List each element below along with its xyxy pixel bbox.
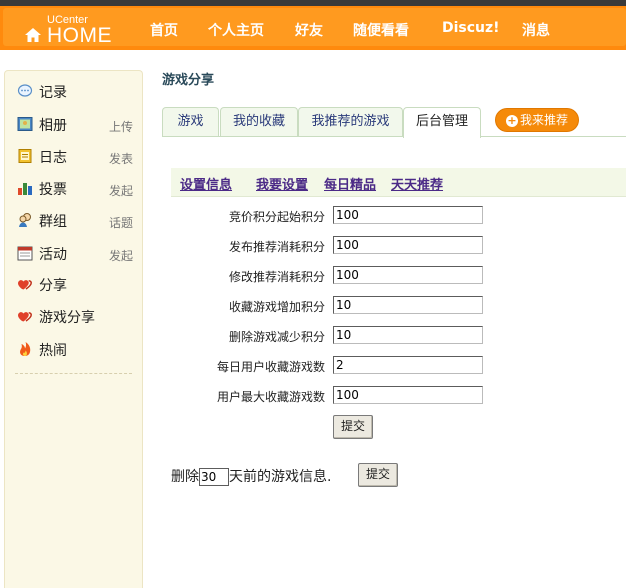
field-label: 收藏游戏增加积分 xyxy=(228,300,325,314)
sidebar-item-groups[interactable]: 群组 话题 xyxy=(17,211,135,231)
field-label: 发布推荐消耗积分 xyxy=(228,240,325,254)
recommend-button[interactable]: + 我来推荐 xyxy=(495,108,579,132)
header-bar: UCenter HOME 首页 个人主页 好友 随便看看 Discuz! 消息 xyxy=(3,8,626,47)
delete-submit-button[interactable]: 提交 xyxy=(358,463,398,487)
form-row: 用户最大收藏游戏数 xyxy=(171,386,491,406)
photo-icon xyxy=(17,117,33,131)
sidebar-item-label: 记录 xyxy=(39,85,67,101)
sidebar-item-label: 分享 xyxy=(39,278,67,294)
nav-friends[interactable]: 好友 xyxy=(295,20,323,40)
notebook-icon xyxy=(18,149,32,163)
tab-admin[interactable]: 后台管理 xyxy=(403,107,481,138)
delete-reduce-points-input[interactable] xyxy=(333,326,483,344)
nav-home[interactable]: 首页 xyxy=(150,20,178,40)
max-favorites-input[interactable] xyxy=(333,386,483,404)
groups-topic-link[interactable]: 话题 xyxy=(109,214,133,231)
delete-suffix-text: 天前的游戏信息. xyxy=(229,469,332,485)
delete-prefix-text: 删除 xyxy=(171,469,199,485)
form-row: 收藏游戏增加积分 xyxy=(171,296,491,316)
sidebar-item-share[interactable]: 分享 xyxy=(17,275,135,294)
heart-icon xyxy=(18,312,32,322)
recommend-button-label: 我来推荐 xyxy=(519,113,568,127)
sidebar-item-label: 群组 xyxy=(39,214,67,230)
sidebar-item-events[interactable]: 活动 发起 xyxy=(17,244,135,264)
sidebar-item-records[interactable]: 记录 xyxy=(17,82,135,101)
publish-cost-input[interactable] xyxy=(333,236,483,254)
sidebar-item-game-share[interactable]: 游戏分享 xyxy=(17,307,135,326)
delete-days-input[interactable] xyxy=(199,468,229,486)
poll-start-link[interactable]: 发起 xyxy=(109,182,133,199)
favorite-add-points-input[interactable] xyxy=(333,296,483,314)
tab-my-recommended[interactable]: 我推荐的游戏 xyxy=(298,107,403,136)
sidebar-item-album[interactable]: 相册 上传 xyxy=(17,115,135,135)
sidebar-item-label: 游戏分享 xyxy=(39,310,95,326)
form-row: 删除游戏减少积分 xyxy=(171,326,491,346)
edit-cost-input[interactable] xyxy=(333,266,483,284)
link-daily-picks[interactable]: 每日精品 xyxy=(324,174,376,193)
field-label: 用户最大收藏游戏数 xyxy=(216,390,325,404)
home-icon xyxy=(25,28,41,42)
nav-messages[interactable]: 消息 xyxy=(522,20,550,40)
field-label: 删除游戏减少积分 xyxy=(228,330,325,344)
sidebar-divider xyxy=(15,373,132,374)
nav-personal-home[interactable]: 个人主页 xyxy=(208,20,264,40)
nav-browse[interactable]: 随便看看 xyxy=(353,20,409,40)
link-daily-recommend[interactable]: 天天推荐 xyxy=(391,174,443,193)
top-header: UCenter HOME 首页 个人主页 好友 随便看看 Discuz! 消息 xyxy=(0,6,626,50)
fire-icon xyxy=(20,342,31,356)
sidebar: 记录 相册 上传 日志 发表 投票 发起 群组 话题 活动 发起 分享 游戏分享… xyxy=(4,70,143,588)
sidebar-item-label: 投票 xyxy=(39,182,67,198)
events-start-link[interactable]: 发起 xyxy=(109,247,133,264)
sidebar-item-label: 日志 xyxy=(39,150,67,166)
sidebar-item-label: 活动 xyxy=(39,247,67,263)
plus-icon: + xyxy=(505,114,518,127)
delete-old-games-row: 删除 天前的游戏信息. xyxy=(171,466,331,486)
submit-button[interactable]: 提交 xyxy=(333,415,373,439)
field-label: 竞价积分起始积分 xyxy=(228,210,325,224)
form-row: 每日用户收藏游戏数 xyxy=(171,356,491,376)
tab-my-favorites[interactable]: 我的收藏 xyxy=(220,107,298,136)
sidebar-item-trending[interactable]: 热闹 xyxy=(17,340,135,359)
tabs-baseline xyxy=(162,136,626,137)
nav-discuz[interactable]: Discuz! xyxy=(442,20,500,36)
logo-big-text: HOME xyxy=(47,24,112,47)
field-label: 每日用户收藏游戏数 xyxy=(216,360,325,374)
page-title: 游戏分享 xyxy=(162,73,215,88)
bar-chart-icon xyxy=(18,183,32,195)
calendar-icon xyxy=(17,246,33,261)
group-icon xyxy=(19,213,31,227)
admin-sublinks: 设置信息 我要设置 每日精品 天天推荐 xyxy=(171,168,626,197)
daily-favorites-input[interactable] xyxy=(333,356,483,374)
sidebar-item-label: 热闹 xyxy=(39,343,67,359)
form-row: 发布推荐消耗积分 xyxy=(171,236,491,256)
link-settings-info[interactable]: 设置信息 xyxy=(180,174,232,193)
bid-start-points-input[interactable] xyxy=(333,206,483,224)
field-label: 修改推荐消耗积分 xyxy=(228,270,325,284)
heart-icon xyxy=(18,280,32,290)
sidebar-item-poll[interactable]: 投票 发起 xyxy=(17,179,135,199)
form-row: 修改推荐消耗积分 xyxy=(171,266,491,286)
sidebar-item-blog[interactable]: 日志 发表 xyxy=(17,147,135,167)
form-row: 竞价积分起始积分 xyxy=(171,206,491,226)
link-my-settings[interactable]: 我要设置 xyxy=(256,174,308,193)
album-upload-link[interactable]: 上传 xyxy=(109,118,133,135)
speech-bubble-icon xyxy=(17,84,33,97)
tab-games[interactable]: 游戏 xyxy=(162,107,219,136)
blog-publish-link[interactable]: 发表 xyxy=(109,150,133,167)
sidebar-item-label: 相册 xyxy=(39,118,67,134)
